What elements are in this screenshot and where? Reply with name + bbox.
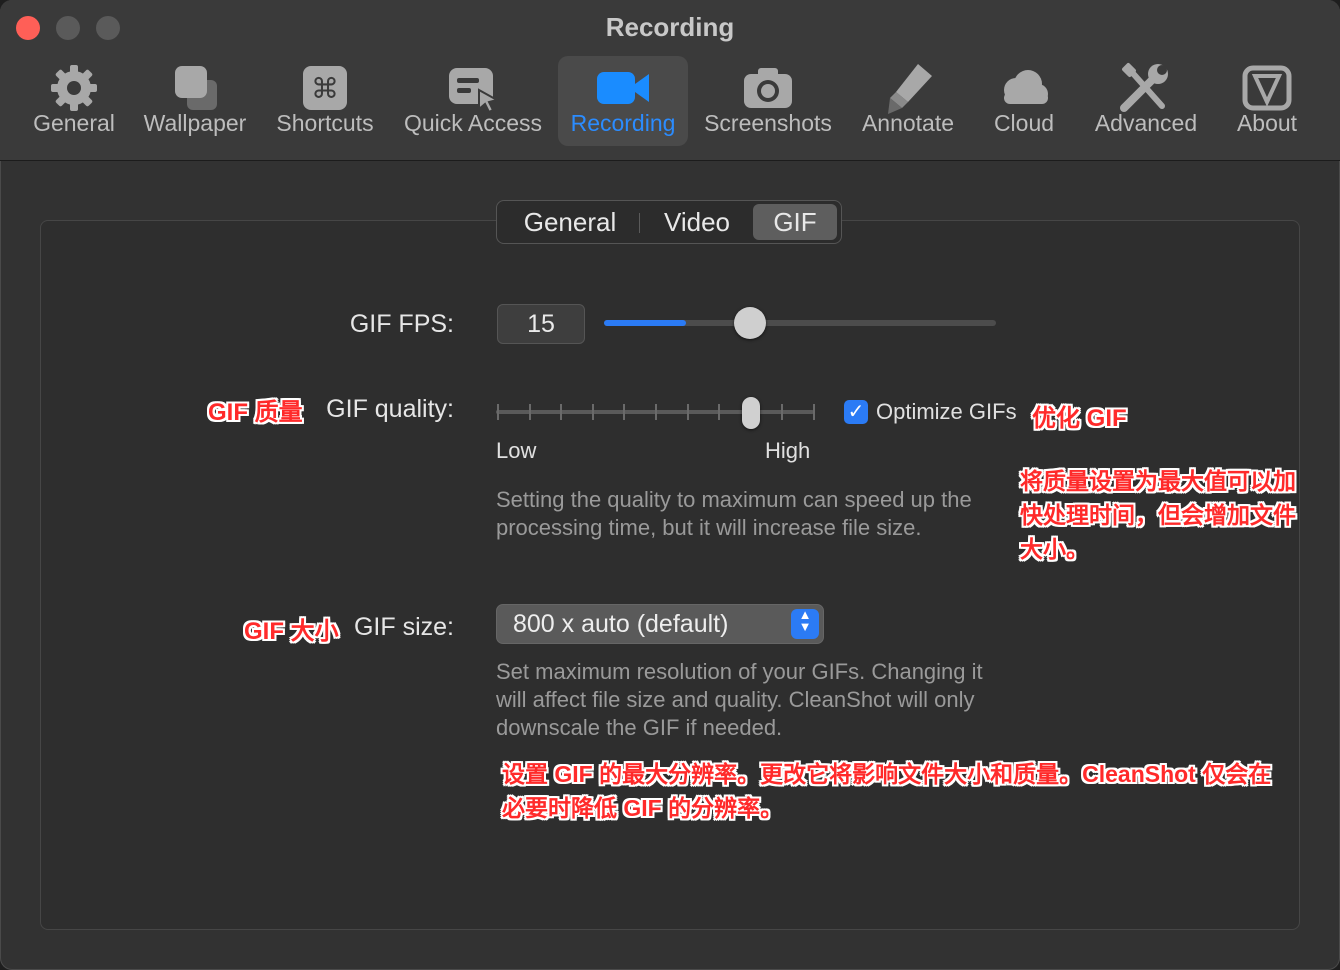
- optimize-gifs-checkbox[interactable]: ✓: [844, 400, 868, 424]
- tab-recording[interactable]: Recording: [558, 56, 688, 146]
- cloud-icon: [1004, 70, 1048, 104]
- gif-size-help-annotation: 设置 GIF 的最大分辨率。更改它将影响文件大小和质量。CleanShot 仅会…: [502, 757, 1322, 825]
- segment-general[interactable]: General: [503, 204, 637, 240]
- tab-label: Recording: [570, 110, 676, 136]
- tab-annotate[interactable]: Annotate: [856, 56, 960, 146]
- optimize-gifs-label: Optimize GIFs: [876, 399, 1017, 424]
- gif-quality-tick: [813, 404, 815, 420]
- gear-icon: [51, 65, 97, 111]
- tab-about[interactable]: About: [1228, 56, 1306, 146]
- gif-quality-tick: [497, 404, 499, 420]
- optimize-gifs-annotation: 优化 GIF: [1032, 405, 1127, 432]
- gif-quality-tick: [592, 404, 594, 420]
- tab-label: General: [33, 110, 115, 136]
- recording-segmented-control: General Video GIF: [496, 200, 842, 244]
- tab-shortcuts[interactable]: ⌘ Shortcuts: [270, 56, 380, 146]
- gif-quality-help-annotation: 将质量设置为最大值可以加 快处理时间，但会增加文件 大小。: [1020, 464, 1320, 566]
- gif-quality-high-label: High: [765, 438, 811, 463]
- gif-size-select[interactable]: 800 x auto (default) ▲ ▼: [496, 604, 824, 644]
- gif-size-select-value: 800 x auto (default): [513, 610, 729, 638]
- chevron-up-down-icon: ▲ ▼: [791, 608, 819, 639]
- tab-screenshots[interactable]: Screenshots: [700, 56, 836, 146]
- tab-label: About: [1236, 110, 1298, 136]
- tab-label: Quick Access: [403, 110, 543, 136]
- annotation-line: 快处理时间，但会增加文件: [1020, 502, 1296, 528]
- highlighter-icon: [888, 64, 932, 114]
- tab-label: Screenshots: [704, 110, 832, 136]
- gif-quality-label: GIF quality:: [326, 395, 454, 423]
- wallpaper-icon: [175, 66, 217, 110]
- tab-advanced[interactable]: Advanced: [1090, 56, 1202, 146]
- gif-size-help-text: Set maximum resolution of your GIFs. Cha…: [496, 658, 1036, 742]
- gif-quality-slider-knob[interactable]: [742, 397, 760, 429]
- tools-icon: [1120, 63, 1168, 112]
- gif-quality-tick: [655, 404, 657, 420]
- gif-quality-tick: [781, 404, 783, 420]
- gif-quality-low-label: Low: [496, 438, 537, 463]
- gif-fps-label: GIF FPS:: [349, 310, 454, 338]
- help-line: Set maximum resolution of your GIFs. Cha…: [496, 659, 983, 684]
- tab-wallpaper[interactable]: Wallpaper: [140, 56, 250, 146]
- gif-fps-input[interactable]: 15: [497, 304, 585, 344]
- tab-label: Shortcuts: [276, 110, 374, 136]
- gif-quality-tick: [560, 404, 562, 420]
- camera-icon: [744, 68, 792, 108]
- svg-text:⌘: ⌘: [311, 72, 339, 105]
- annotation-line: 必要时降低 GIF 的分辨率。: [502, 795, 784, 821]
- tab-label: Wallpaper: [143, 110, 247, 136]
- gif-fps-slider[interactable]: [604, 307, 996, 339]
- gif-quality-tick: [623, 404, 625, 420]
- annotation-line: 将质量设置为最大值可以加: [1020, 468, 1296, 494]
- tab-label: Advanced: [1094, 110, 1198, 136]
- tab-quick-access[interactable]: Quick Access: [398, 56, 548, 146]
- gif-quality-tick: [529, 404, 531, 420]
- tab-label: Cloud: [993, 110, 1055, 136]
- segment-video[interactable]: Video: [641, 204, 753, 240]
- gif-quality-annotation: GIF 质量: [208, 399, 303, 426]
- tab-cloud[interactable]: Cloud: [984, 56, 1064, 146]
- video-camera-icon: [597, 72, 649, 104]
- gif-fps-slider-fill: [604, 320, 686, 326]
- annotation-line: 设置 GIF 的最大分辨率。更改它将影响文件大小和质量。CleanShot 仅会…: [502, 761, 1272, 787]
- gif-size-annotation: GIF 大小: [244, 618, 339, 645]
- tab-general[interactable]: General: [26, 56, 122, 146]
- command-key-icon: ⌘: [303, 66, 347, 110]
- gif-size-label: GIF size:: [353, 613, 454, 641]
- preferences-window: Recording General Wallpaper ⌘ Shortcuts …: [0, 0, 1340, 970]
- gif-quality-tick: [718, 404, 720, 420]
- segment-gif[interactable]: GIF: [753, 204, 837, 240]
- help-line: will affect file size and quality. Clean…: [496, 687, 975, 712]
- segment-divider: [639, 213, 640, 233]
- gif-fps-slider-knob[interactable]: [734, 307, 766, 339]
- quick-access-icon: [449, 68, 500, 114]
- help-line: downscale the GIF if needed.: [496, 715, 783, 740]
- annotation-line: 大小。: [1020, 536, 1089, 562]
- tab-label: Annotate: [861, 110, 955, 136]
- gif-quality-tick: [687, 404, 689, 420]
- about-icon: [1242, 65, 1292, 111]
- window-title: Recording: [605, 12, 735, 42]
- gif-quality-help-text: Setting the quality to maximum can speed…: [496, 487, 972, 540]
- toolbar: Recording General Wallpaper ⌘ Shortcuts …: [0, 0, 1340, 161]
